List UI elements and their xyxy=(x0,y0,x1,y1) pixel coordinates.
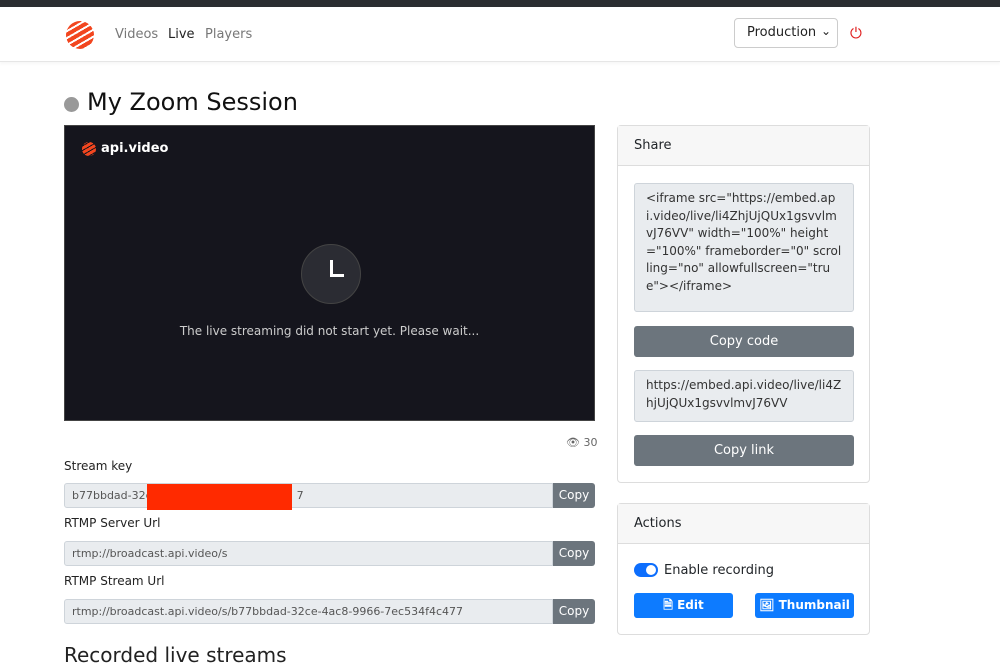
page-title: My Zoom Session xyxy=(64,88,298,116)
rtmp-stream-input[interactable]: rtmp://broadcast.api.video/s/b77bbdad-32… xyxy=(64,599,553,624)
thumbnail-label: Thumbnail xyxy=(778,598,850,612)
status-dot xyxy=(64,96,79,112)
thumbnail-button[interactable]: 🖼 Thumbnail xyxy=(755,593,854,618)
view-count-value: 30 xyxy=(583,436,598,449)
embed-link-textarea[interactable]: https://embed.api.video/live/li4ZhjUjQUx… xyxy=(634,370,854,422)
rtmp-server-group: rtmp://broadcast.api.video/s Copy xyxy=(64,541,595,566)
recorded-heading: Recorded live streams xyxy=(64,643,287,667)
nav-videos[interactable]: Videos xyxy=(115,27,158,42)
actions-card: Actions Enable recording 🗎 Edit 🖼 Thumbn… xyxy=(617,503,870,635)
video-player[interactable]: api.video The live streaming did not sta… xyxy=(64,125,595,421)
window-top-strip xyxy=(0,0,1000,7)
image-icon: 🖼 xyxy=(759,598,775,612)
rtmp-server-input[interactable]: rtmp://broadcast.api.video/s xyxy=(64,541,553,566)
file-icon: 🗎 xyxy=(663,598,673,612)
copy-rtmp-server-button[interactable]: Copy xyxy=(553,541,595,566)
stream-key-input[interactable]: b77bbdad-32c 7 xyxy=(64,483,553,508)
copy-stream-key-button[interactable]: Copy xyxy=(553,483,595,508)
navbar: Videos Live Players Production ⌄ ⏻ xyxy=(0,7,1000,62)
nav-players[interactable]: Players xyxy=(205,27,252,42)
environment-value: Production xyxy=(747,25,817,40)
edit-label: Edit xyxy=(677,598,704,612)
api-video-logo[interactable] xyxy=(66,21,94,49)
player-brand: api.video xyxy=(82,141,168,156)
edit-button[interactable]: 🗎 Edit xyxy=(634,593,733,618)
stream-key-group: b77bbdad-32c 7 Copy xyxy=(64,483,595,508)
clock-icon xyxy=(301,244,361,304)
player-message: The live streaming did not start yet. Pl… xyxy=(179,324,480,338)
actions-title: Actions xyxy=(618,504,869,544)
page-title-text: My Zoom Session xyxy=(87,88,298,116)
recording-label: Enable recording xyxy=(664,563,775,578)
embed-code-textarea[interactable]: <iframe src="https://embed.api.video/liv… xyxy=(634,183,854,312)
redaction-box xyxy=(147,484,292,510)
stream-key-label: Stream key xyxy=(64,459,133,473)
recording-toggle[interactable] xyxy=(634,563,658,577)
share-card: Share <iframe src="https://embed.api.vid… xyxy=(617,125,870,483)
eye-icon: 👁 xyxy=(566,436,580,449)
chevron-down-icon: ⌄ xyxy=(820,24,831,38)
rtmp-server-label: RTMP Server Url xyxy=(64,516,161,530)
stream-key-visible: b77bbdad-32c xyxy=(72,489,152,502)
nav-live[interactable]: Live xyxy=(168,27,195,42)
copy-code-button[interactable]: Copy code xyxy=(634,326,854,357)
copy-rtmp-stream-button[interactable]: Copy xyxy=(553,599,595,624)
power-icon[interactable]: ⏻ xyxy=(850,24,862,42)
share-title: Share xyxy=(618,126,869,166)
api-video-logo-icon xyxy=(82,141,96,156)
player-brand-text: api.video xyxy=(101,141,169,156)
view-count: 👁 30 xyxy=(566,436,597,449)
rtmp-stream-label: RTMP Stream Url xyxy=(64,574,165,588)
copy-link-button[interactable]: Copy link xyxy=(634,435,854,466)
environment-select[interactable]: Production ⌄ xyxy=(734,18,838,48)
rtmp-stream-group: rtmp://broadcast.api.video/s/b77bbdad-32… xyxy=(64,599,595,624)
